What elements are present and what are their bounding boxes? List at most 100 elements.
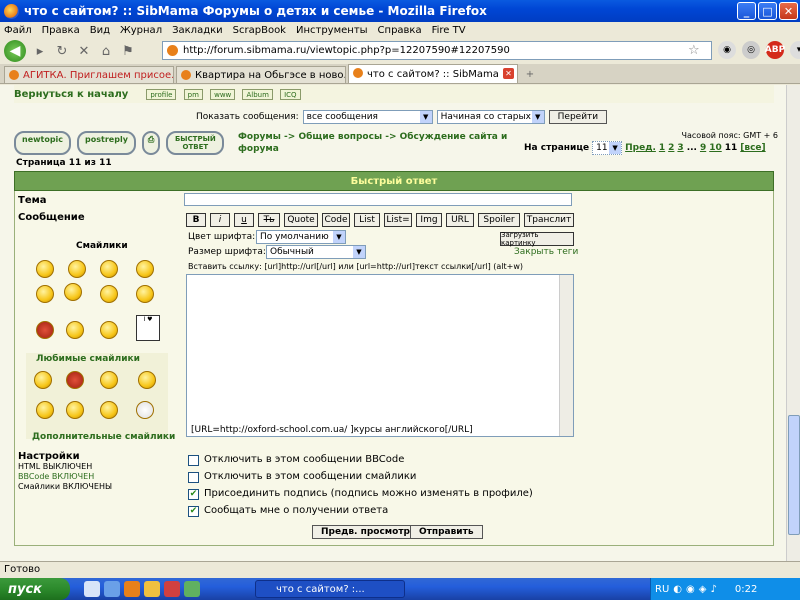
smiley-icon[interactable] xyxy=(36,260,54,278)
scrollbar-thumb[interactable] xyxy=(788,415,800,535)
language-indicator[interactable]: RU xyxy=(655,584,669,595)
desktop-icon[interactable] xyxy=(84,581,100,597)
textarea-scrollbar[interactable] xyxy=(559,275,573,436)
order-select[interactable]: Начиная со старых ▼ xyxy=(436,110,545,124)
menu-help[interactable]: Справка xyxy=(378,25,422,36)
page-select[interactable]: 11 ▼ xyxy=(592,141,623,155)
star-icon[interactable]: ☆ xyxy=(688,43,700,58)
smiley-icon[interactable] xyxy=(100,321,118,339)
send-button[interactable]: Отправить xyxy=(410,525,483,539)
icq-button[interactable]: ICQ xyxy=(280,88,301,100)
pm-button[interactable]: pm xyxy=(183,88,203,100)
volume-icon[interactable]: ♪ xyxy=(710,584,716,595)
menu-arrow-icon[interactable]: ▾ xyxy=(790,41,800,59)
addon-icon[interactable]: ◉ xyxy=(718,41,736,59)
page-link-2[interactable]: 2 xyxy=(668,143,674,153)
adblock-icon[interactable]: ABP xyxy=(765,41,785,59)
forward-button[interactable]: ▸ xyxy=(32,43,48,59)
tray-icon[interactable]: ◉ xyxy=(686,584,695,595)
smiley-icon[interactable] xyxy=(68,260,86,278)
quote-button[interactable]: Quote xyxy=(284,213,318,227)
url-bar[interactable]: http://forum.sibmama.ru/viewtopic.php?p=… xyxy=(162,41,712,60)
new-tab-button[interactable]: + xyxy=(520,66,540,83)
www-button[interactable]: www xyxy=(210,88,236,100)
setting-bbcode[interactable]: BBCode ВКЛЮЧЕН xyxy=(18,472,112,482)
page-link-3[interactable]: 3 xyxy=(677,143,683,153)
page-link-9[interactable]: 9 xyxy=(700,143,706,153)
sign-smiley-icon[interactable]: I ♥ xyxy=(136,315,160,341)
tab-kvartira[interactable]: Квартира на Обьгэсе в ново... xyxy=(176,66,346,83)
attach-signature-checkbox[interactable]: ✔ xyxy=(188,489,199,500)
menu-view[interactable]: Вид xyxy=(90,25,110,36)
all-pages-link[interactable]: [все] xyxy=(740,143,765,153)
back-button[interactable]: ◀ xyxy=(4,40,26,62)
menu-firetv[interactable]: Fire TV xyxy=(432,25,466,36)
bookmark-icon[interactable]: ⚑ xyxy=(120,43,136,59)
app-icon[interactable] xyxy=(164,581,180,597)
menu-history[interactable]: Журнал xyxy=(120,25,162,36)
smiley-icon[interactable] xyxy=(100,260,118,278)
breadcrumb[interactable]: Форумы -> Общие вопросы -> Обсуждение са… xyxy=(238,131,508,155)
smiley-icon[interactable] xyxy=(100,401,118,419)
quick-reply-button[interactable]: БЫСТРЫЙ ОТВЕТ xyxy=(166,131,225,155)
smiley-icon[interactable] xyxy=(136,401,154,419)
menu-bookmarks[interactable]: Закладки xyxy=(172,25,223,36)
profile-button[interactable]: profile xyxy=(146,88,177,100)
album-button[interactable]: Album xyxy=(242,88,273,100)
home-icon[interactable]: ⌂ xyxy=(98,43,114,59)
font-color-select[interactable]: По умолчанию ▼ xyxy=(256,230,346,244)
spoiler-button[interactable]: Spoiler xyxy=(478,213,520,227)
smiley-icon[interactable] xyxy=(36,285,54,303)
print-icon[interactable]: ⎙ xyxy=(141,131,161,155)
underline-button[interactable]: u xyxy=(234,213,254,227)
tab-agitka[interactable]: АГИТКА. Приглашем присое... xyxy=(4,66,174,83)
reload-icon[interactable]: ↻ xyxy=(54,43,70,59)
menu-file[interactable]: Файл xyxy=(4,25,32,36)
subject-input[interactable] xyxy=(184,193,572,206)
smiley-icon[interactable] xyxy=(64,283,82,301)
upload-image-button[interactable]: Загрузить картинку xyxy=(500,231,574,247)
url-button[interactable]: URL xyxy=(446,213,474,227)
firefox-quick-icon[interactable] xyxy=(124,581,140,597)
page-link-10[interactable]: 10 xyxy=(709,143,722,153)
italic-button[interactable]: i xyxy=(210,213,230,227)
smiley-icon[interactable] xyxy=(66,371,84,389)
tab-current[interactable]: что с сайтом? :: SibMama ... ✕ xyxy=(348,64,518,83)
close-tags-link[interactable]: Закрыть теги xyxy=(514,247,578,257)
ie-icon[interactable] xyxy=(104,581,120,597)
start-button[interactable]: пуск xyxy=(0,578,70,600)
page-scrollbar[interactable] xyxy=(786,85,800,561)
close-button[interactable]: ✕ xyxy=(779,2,798,20)
page-link-1[interactable]: 1 xyxy=(659,143,665,153)
list-button[interactable]: List xyxy=(354,213,380,227)
menu-tools[interactable]: Инструменты xyxy=(296,25,368,36)
menu-edit[interactable]: Правка xyxy=(42,25,80,36)
tray-icon[interactable]: ◈ xyxy=(699,584,707,595)
tab-close-icon[interactable]: ✕ xyxy=(503,68,514,79)
app2-icon[interactable] xyxy=(184,581,200,597)
smiley-icon[interactable] xyxy=(100,371,118,389)
stop-icon[interactable]: ✕ xyxy=(76,43,92,59)
minimize-button[interactable]: _ xyxy=(737,2,756,20)
folder-icon[interactable] xyxy=(144,581,160,597)
smiley-icon[interactable] xyxy=(136,285,154,303)
newtopic-button[interactable]: newtopic xyxy=(14,131,72,155)
back-to-top-link[interactable]: Вернуться к началу xyxy=(14,89,128,100)
strike-button[interactable]: Ть xyxy=(258,213,280,227)
smiley-icon[interactable] xyxy=(66,321,84,339)
smiley-icon[interactable] xyxy=(66,401,84,419)
taskbar-firefox-window[interactable]: что с сайтом? :... xyxy=(255,580,405,598)
img-button[interactable]: Img xyxy=(416,213,442,227)
translit-button[interactable]: Транслит xyxy=(524,213,574,227)
smiley-icon[interactable] xyxy=(34,371,52,389)
maximize-button[interactable]: □ xyxy=(758,2,777,20)
list-numbered-button[interactable]: List= xyxy=(384,213,412,227)
go-button[interactable]: Перейти xyxy=(548,110,608,124)
messages-select[interactable]: все сообщения ▼ xyxy=(302,110,433,124)
postreply-button[interactable]: postreply xyxy=(77,131,136,155)
preview-button[interactable]: Предв. просмотр xyxy=(312,525,419,539)
smiley-icon[interactable] xyxy=(100,285,118,303)
code-button[interactable]: Code xyxy=(322,213,350,227)
prev-page-link[interactable]: Пред. xyxy=(625,143,656,153)
font-size-select[interactable]: Обычный ▼ xyxy=(266,245,366,259)
